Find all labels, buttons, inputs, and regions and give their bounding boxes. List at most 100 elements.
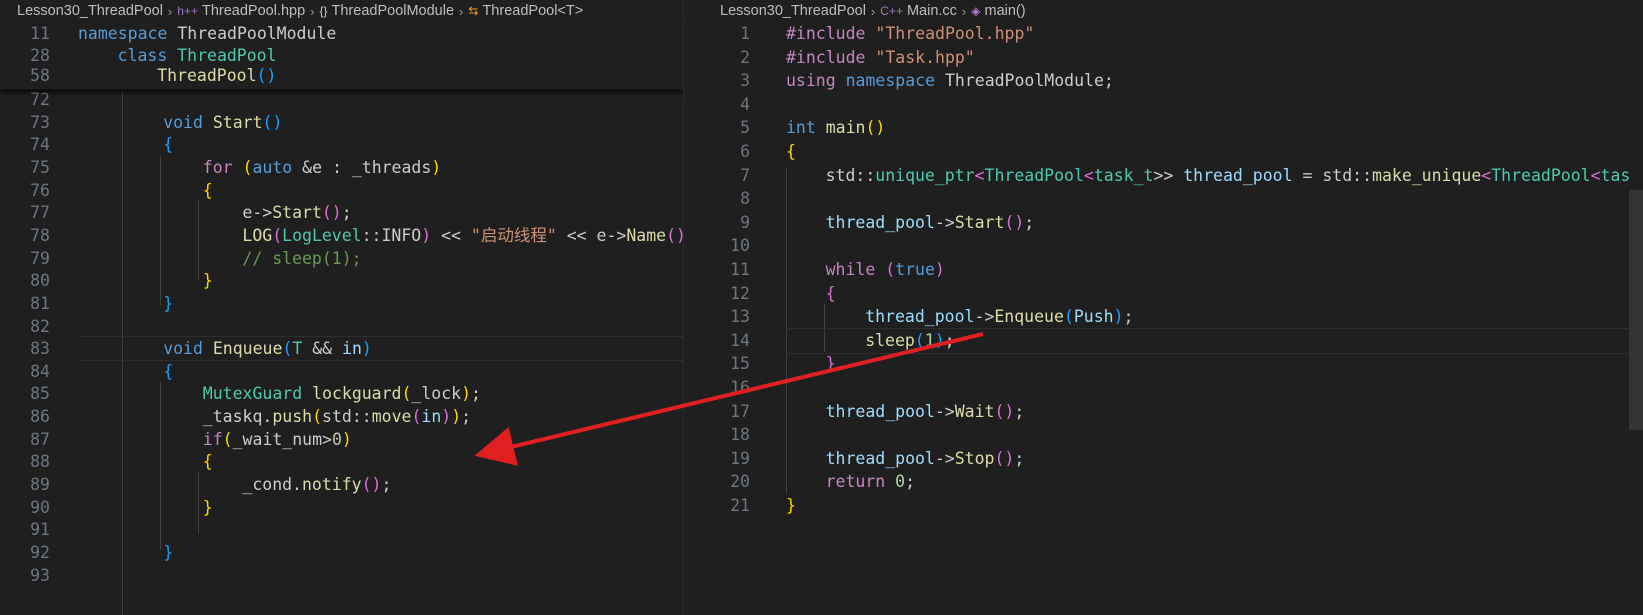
code-text[interactable]: if(_wait_num>0) — [203, 428, 352, 452]
line-number[interactable]: 11 — [700, 258, 750, 282]
code-text[interactable]: thread_pool->Start(); — [826, 211, 1035, 235]
code-text[interactable]: return 0; — [826, 470, 915, 494]
breadcrumb-item[interactable]: h++ ThreadPool.hpp — [177, 3, 305, 19]
pane-divider[interactable] — [683, 0, 701, 615]
code-line[interactable]: 15} — [700, 352, 1643, 376]
code-line[interactable]: 1 #include "ThreadPool.hpp" — [700, 22, 1643, 46]
line-number[interactable]: 13 — [700, 305, 750, 329]
code-text[interactable]: thread_pool->Wait(); — [826, 400, 1025, 424]
code-line[interactable]: 11 while (true) — [700, 258, 1643, 282]
code-line[interactable]: 4 — [700, 93, 1643, 117]
code-line[interactable]: 89 _cond.notify(); — [0, 473, 683, 497]
sticky-line[interactable]: 28 class ThreadPool — [0, 44, 683, 66]
line-number[interactable]: 75 — [0, 156, 50, 180]
code-line[interactable]: 88 { — [0, 450, 683, 474]
code-text[interactable]: } — [163, 292, 173, 316]
code-line[interactable]: 20 return 0; — [700, 470, 1643, 494]
code-line[interactable]: 82 — [0, 315, 683, 339]
line-number[interactable]: 3 — [700, 69, 750, 93]
line-number[interactable]: 90 — [0, 496, 50, 520]
breadcrumb-item[interactable]: ◈ main() — [971, 3, 1025, 19]
line-number[interactable]: 6 — [700, 140, 750, 164]
line-number[interactable]: 16 — [700, 376, 750, 400]
code-line[interactable]: 3 using namespace ThreadPoolModule; — [700, 69, 1643, 93]
code-line[interactable]: 9 thread_pool->Start(); — [700, 211, 1643, 235]
code-text[interactable]: void Start() — [163, 111, 282, 135]
line-number[interactable]: 5 — [700, 116, 750, 140]
code-line[interactable]: 73 void Start() — [0, 111, 683, 135]
code-line[interactable]: 16 — [700, 376, 1643, 400]
code-text[interactable]: for (auto &e : _threads) — [203, 156, 441, 180]
code-line[interactable]: 17 thread_pool->Wait(); — [700, 400, 1643, 424]
code-line[interactable]: 18 — [700, 423, 1643, 447]
code-line[interactable]: 92} — [0, 541, 683, 565]
line-number[interactable]: 81 — [0, 292, 50, 316]
code-text[interactable]: _taskq.push(std::move(in)); — [203, 405, 471, 429]
line-number[interactable]: 86 — [0, 405, 50, 429]
line-number[interactable]: 12 — [700, 282, 750, 306]
line-number[interactable]: 84 — [0, 360, 50, 384]
line-number[interactable]: 83 — [0, 337, 50, 361]
code-text[interactable]: void Enqueue(T && in) — [163, 337, 372, 361]
line-number[interactable]: 82 — [0, 315, 50, 339]
line-number[interactable]: 2 — [700, 46, 750, 70]
code-line[interactable]: 87 if(_wait_num>0) — [0, 428, 683, 452]
line-number[interactable]: 9 — [700, 211, 750, 235]
right-scrollbar-thumb[interactable] — [1629, 190, 1643, 430]
line-number[interactable]: 80 — [0, 269, 50, 293]
line-number[interactable]: 8 — [700, 187, 750, 211]
line-number[interactable]: 4 — [700, 93, 750, 117]
right-editor-pane[interactable]: Lesson30_ThreadPool › C++ Main.cc › ◈ main() 1… — [700, 0, 1643, 615]
code-text[interactable]: } — [786, 494, 796, 518]
code-line[interactable]: 86 _taskq.push(std::move(in)); — [0, 405, 683, 429]
line-number[interactable]: 18 — [700, 423, 750, 447]
code-text[interactable]: } — [203, 269, 213, 293]
breadcrumb-item[interactable]: Lesson30_ThreadPool — [720, 3, 866, 19]
line-number[interactable]: 19 — [700, 447, 750, 471]
code-line[interactable]: 75 for (auto &e : _threads) — [0, 156, 683, 180]
right-scrollbar[interactable] — [1629, 0, 1643, 615]
code-text[interactable]: MutexGuard lockguard(_lock); — [203, 382, 481, 406]
line-number[interactable]: 20 — [700, 470, 750, 494]
code-line[interactable]: 80} — [0, 269, 683, 293]
code-text[interactable]: using namespace ThreadPoolModule; — [786, 69, 1114, 93]
line-number[interactable]: 79 — [0, 247, 50, 271]
code-line[interactable]: 5 int main() — [700, 116, 1643, 140]
code-line[interactable]: 21} — [700, 494, 1643, 518]
code-line[interactable]: 12 { — [700, 282, 1643, 306]
breadcrumb-item[interactable]: Lesson30_ThreadPool — [17, 3, 163, 19]
line-number[interactable]: 77 — [0, 201, 50, 225]
sticky-line[interactable]: 11 namespace ThreadPoolModule — [0, 22, 683, 44]
code-line[interactable]: 6{ — [700, 140, 1643, 164]
code-text[interactable]: LOG(LogLevel::INFO) << "启动线程" << e->Name… — [242, 224, 683, 248]
code-line[interactable]: 81} — [0, 292, 683, 316]
line-number[interactable]: 74 — [0, 133, 50, 157]
code-line[interactable]: 19 thread_pool->Stop(); — [700, 447, 1643, 471]
code-text[interactable]: } — [826, 352, 836, 376]
code-text[interactable]: } — [203, 496, 213, 520]
line-number[interactable]: 85 — [0, 382, 50, 406]
line-number[interactable]: 7 — [700, 164, 750, 188]
line-number[interactable]: 11 — [0, 22, 50, 46]
code-line[interactable]: 93 — [0, 564, 683, 588]
line-number[interactable]: 78 — [0, 224, 50, 248]
line-number[interactable]: 76 — [0, 179, 50, 203]
code-text[interactable]: { — [203, 450, 213, 474]
code-line[interactable]: 72 — [0, 88, 683, 112]
code-text[interactable]: } — [163, 541, 173, 565]
breadcrumb-item[interactable]: {} ThreadPoolModule — [320, 3, 455, 19]
line-number[interactable]: 93 — [0, 564, 50, 588]
code-text[interactable]: #include "Task.hpp" — [786, 46, 975, 70]
code-text[interactable]: int main() — [786, 116, 885, 140]
code-line[interactable]: 84 { — [0, 360, 683, 384]
code-text[interactable]: { — [826, 282, 836, 306]
code-text[interactable]: { — [786, 140, 796, 164]
line-number[interactable]: 15 — [700, 352, 750, 376]
code-text[interactable]: e->Start(); — [242, 201, 351, 225]
code-line[interactable]: 14 sleep(1); — [700, 329, 1643, 353]
code-text[interactable]: #include "ThreadPool.hpp" — [786, 22, 1034, 46]
code-line[interactable]: 7 std::unique_ptr<ThreadPool<task_t>> thr… — [700, 164, 1643, 188]
code-text[interactable]: _cond.notify(); — [242, 473, 391, 497]
line-number[interactable]: 91 — [0, 518, 50, 542]
code-line[interactable]: 13 thread_pool->Enqueue(Push); — [700, 305, 1643, 329]
